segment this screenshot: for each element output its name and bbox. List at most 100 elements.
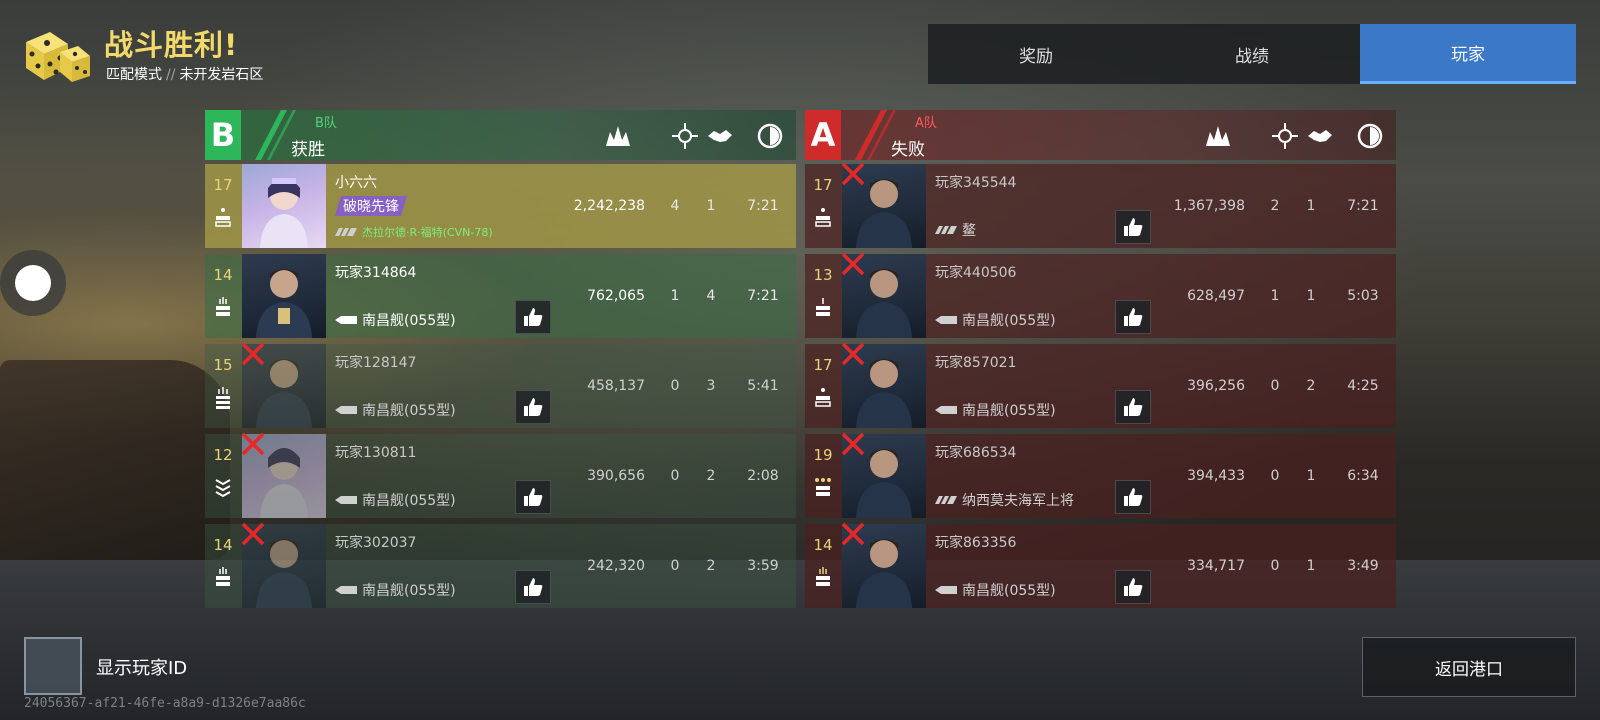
destroyed-icon	[841, 162, 865, 186]
thumbs-up-icon	[1124, 308, 1143, 326]
like-button[interactable]	[515, 570, 551, 604]
player-time: 4:25	[1347, 378, 1379, 394]
team-b-header: B B队 获胜	[205, 110, 796, 160]
player-row[interactable]: 14 玩家302037 南昌舰(055型) 242,320 0 2 3:59	[205, 522, 796, 608]
player-level: 17	[813, 176, 833, 194]
player-assists: 2	[706, 558, 716, 574]
player-name: 玩家130811	[335, 445, 417, 461]
player-ship: 南昌舰(055型)	[335, 400, 456, 420]
floating-menu-button[interactable]	[0, 250, 66, 316]
player-score: 2,242,238	[573, 198, 645, 214]
like-button[interactable]	[1115, 300, 1151, 334]
like-button[interactable]	[1115, 480, 1151, 514]
player-ship: 南昌舰(055型)	[335, 490, 456, 510]
player-level: 12	[213, 446, 233, 464]
rank-icon	[815, 478, 831, 496]
ship-name: 南昌舰(055型)	[362, 403, 456, 419]
tab-stats[interactable]: 战绩	[1144, 24, 1360, 84]
player-row[interactable]: 17 玩家857021 南昌舰(055型) 396,256 0 2 4:25	[805, 342, 1396, 428]
destroyed-icon	[841, 252, 865, 276]
player-level: 14	[213, 266, 233, 284]
player-row[interactable]: 14 玩家314864 南昌舰(055型) 762,065 1 4 7:21	[205, 254, 796, 338]
like-button[interactable]	[1115, 210, 1151, 244]
player-row[interactable]: 17 玩家345544 鳌 1,367,398 2 1 7:21	[805, 162, 1396, 248]
player-level: 15	[213, 356, 233, 374]
player-row[interactable]: 13 玩家440506 南昌舰(055型) 628,497 1 1 5:03	[805, 252, 1396, 338]
ship-name: 纳西莫夫海军上将	[962, 493, 1074, 509]
player-row[interactable]: 15 玩家128147 南昌舰(055型) 458,137 0 3 5:41	[205, 342, 796, 428]
player-name: 玩家314864	[335, 265, 417, 281]
thumbs-up-icon	[524, 578, 543, 596]
player-score: 242,320	[587, 558, 645, 574]
team-a-player-list: 17 玩家345544 鳌 1,367,398 2 1 7:21 13 玩家44…	[805, 162, 1396, 608]
ship-class-icon	[335, 586, 357, 594]
kills-icon	[1272, 123, 1298, 149]
match-info: 匹配模式//未开发岩石区	[106, 64, 366, 84]
result-title: 战斗胜利!	[104, 28, 239, 62]
ship-name: 南昌舰(055型)	[962, 583, 1056, 599]
player-row[interactable]: 19 玩家686534 纳西莫夫海军上将 394,433 0 1 6:34	[805, 432, 1396, 518]
ship-name: 南昌舰(055型)	[962, 313, 1056, 329]
ship-name: 鳌	[962, 223, 976, 239]
match-mode: 匹配模式	[106, 67, 162, 83]
rank-icon	[216, 567, 230, 586]
player-row[interactable]: 17 小六六 破晓先锋 杰拉尔德·R·福特(CVN-78) 2,242,238 …	[205, 164, 796, 248]
show-id-label[interactable]: 显示玩家ID	[96, 654, 187, 680]
ship-class-icon	[935, 316, 957, 324]
player-score: 334,717	[1187, 558, 1245, 574]
team-a-column-icons	[805, 110, 1396, 160]
ship-class-icon	[335, 406, 357, 414]
ship-name: 南昌舰(055型)	[962, 403, 1056, 419]
player-ship: 杰拉尔德·R·福特(CVN-78)	[335, 224, 493, 240]
player-assists: 1	[706, 198, 716, 214]
ship-class-icon	[935, 496, 957, 504]
player-time: 7:21	[747, 288, 779, 304]
show-id-checkbox[interactable]	[24, 637, 82, 695]
player-kills: 0	[1270, 468, 1280, 484]
player-kills: 0	[670, 468, 680, 484]
return-to-port-button[interactable]: 返回港口	[1362, 637, 1576, 697]
player-assists: 1	[1306, 288, 1316, 304]
player-kills: 2	[1270, 198, 1280, 214]
thumbs-up-icon	[524, 488, 543, 506]
ship-class-icon	[335, 316, 357, 324]
assists-icon	[708, 130, 732, 142]
ship-class-icon	[335, 496, 357, 504]
player-time: 7:21	[1347, 198, 1379, 214]
player-time: 3:49	[1347, 558, 1379, 574]
tab-players[interactable]: 玩家	[1360, 24, 1576, 84]
like-button[interactable]	[1115, 570, 1151, 604]
like-button[interactable]	[515, 480, 551, 514]
player-row[interactable]: 14 玩家863356 南昌舰(055型) 334,717 0 1 3:49	[805, 522, 1396, 608]
player-row[interactable]: 12 玩家130811 南昌舰(055型) 390,656 0 2 2:08	[205, 432, 796, 518]
tab-rewards[interactable]: 奖励	[928, 24, 1144, 84]
player-ship: 南昌舰(055型)	[935, 580, 1056, 600]
like-button[interactable]	[515, 390, 551, 424]
player-name: 玩家440506	[935, 265, 1017, 281]
map-name: 未开发岩石区	[179, 67, 264, 83]
player-portrait	[242, 164, 326, 248]
player-level: 14	[213, 536, 233, 554]
rank-icon	[215, 208, 231, 227]
like-button[interactable]	[1115, 390, 1151, 424]
player-title-badge: 破晓先锋	[335, 196, 407, 216]
player-score: 762,065	[587, 288, 645, 304]
rank-icon	[216, 387, 230, 409]
player-time: 2:08	[747, 468, 779, 484]
rank-icon	[815, 208, 831, 227]
time-icon	[757, 123, 783, 149]
like-button[interactable]	[515, 300, 551, 334]
ship-name: 南昌舰(055型)	[362, 313, 456, 329]
ship-class-icon	[935, 226, 957, 234]
rank-icon	[215, 479, 231, 498]
player-score: 628,497	[1187, 288, 1245, 304]
ship-class-icon	[935, 406, 957, 414]
team-b-player-list: 17 小六六 破晓先锋 杰拉尔德·R·福特(CVN-78) 2,242,238 …	[205, 164, 796, 608]
team-b-column-icons	[205, 110, 796, 160]
destroyed-icon	[241, 522, 265, 546]
player-assists: 4	[706, 288, 716, 304]
player-score: 390,656	[587, 468, 645, 484]
player-name: 玩家345544	[935, 175, 1017, 191]
player-score: 1,367,398	[1173, 198, 1245, 214]
time-icon	[1357, 123, 1383, 149]
